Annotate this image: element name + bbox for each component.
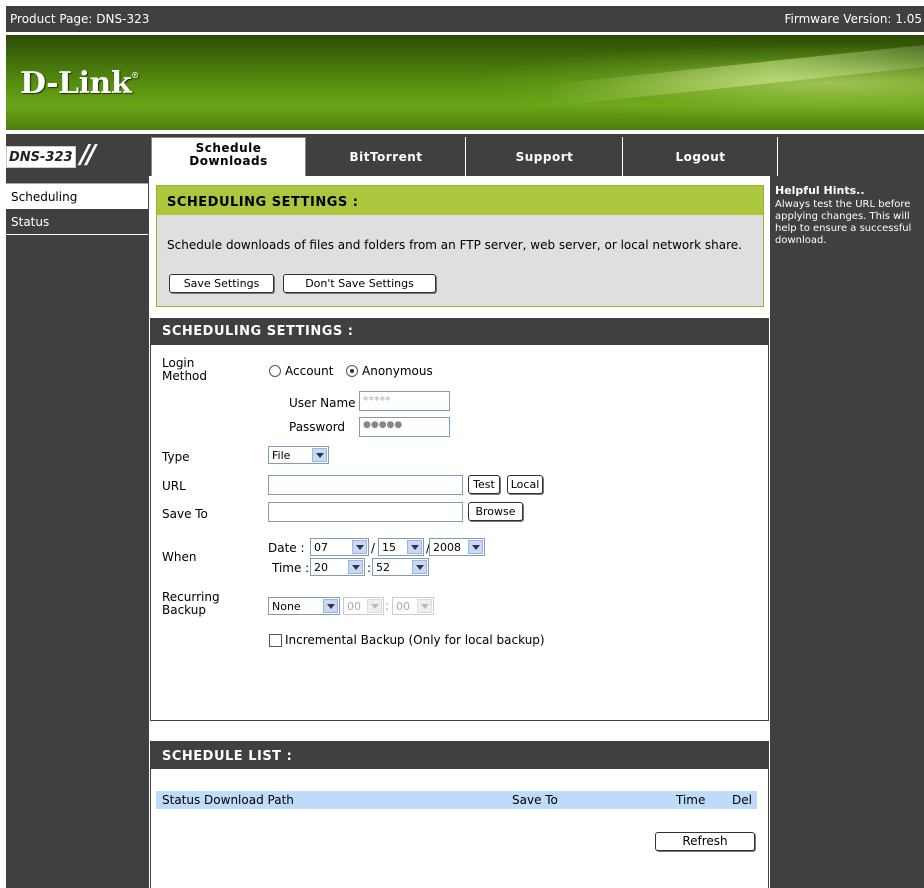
product-page-label: Product Page: DNS-323 bbox=[10, 12, 150, 26]
recurring-minute-select[interactable]: 00 bbox=[392, 597, 434, 615]
tab-logout[interactable]: Logout bbox=[624, 137, 778, 176]
url-input[interactable] bbox=[268, 475, 463, 495]
model-slashes: // bbox=[80, 140, 96, 170]
chevron-down-icon bbox=[348, 560, 363, 574]
column-del: Del bbox=[732, 793, 752, 807]
incremental-backup-label: Incremental Backup (Only for local backu… bbox=[285, 633, 545, 647]
save-to-label: Save To bbox=[162, 507, 208, 521]
login-method-label: Login Method bbox=[162, 356, 208, 383]
save-settings-button[interactable]: Save Settings bbox=[169, 274, 274, 293]
url-label: URL bbox=[162, 479, 186, 493]
column-status-path: Status Download Path bbox=[162, 793, 294, 807]
year-select[interactable]: 2008 bbox=[429, 538, 485, 556]
anonymous-radio[interactable] bbox=[346, 365, 358, 377]
recurring-hour-select[interactable]: 00 bbox=[343, 597, 384, 615]
dlink-logo: D-Link® bbox=[20, 66, 139, 101]
top-bar: Product Page: DNS-323 Firmware Version: … bbox=[6, 6, 924, 32]
tab-support[interactable]: Support bbox=[467, 137, 623, 176]
password-input[interactable]: ●●●●● bbox=[359, 417, 450, 437]
chevron-down-icon bbox=[352, 540, 367, 554]
left-sidebar bbox=[6, 176, 149, 888]
firmware-version-label: Firmware Version: 1.05 bbox=[784, 12, 922, 26]
time-separator: : bbox=[367, 561, 372, 575]
settings-title: SCHEDULING SETTINGS : bbox=[151, 318, 769, 345]
time-label: Time : bbox=[272, 561, 310, 575]
minute-select[interactable]: 52 bbox=[372, 558, 429, 576]
hour-select[interactable]: 20 bbox=[310, 558, 365, 576]
password-label: Password bbox=[289, 420, 346, 434]
month-select[interactable]: 07 bbox=[310, 538, 369, 556]
incremental-backup-checkbox[interactable] bbox=[269, 634, 282, 647]
brand-banner: D-Link® bbox=[6, 35, 924, 130]
tab-bittorrent[interactable]: BitTorrent bbox=[307, 137, 466, 176]
account-label: Account bbox=[285, 364, 334, 378]
day-select[interactable]: 15 bbox=[378, 538, 424, 556]
intro-title: SCHEDULING SETTINGS : bbox=[157, 186, 763, 215]
anonymous-label: Anonymous bbox=[362, 364, 433, 378]
recurring-time-separator: : bbox=[385, 599, 390, 613]
date-separator: / bbox=[371, 541, 376, 555]
sidebar-item-scheduling[interactable]: Scheduling bbox=[6, 183, 148, 209]
column-time: Time bbox=[676, 793, 706, 807]
date-label: Date : bbox=[268, 541, 305, 555]
chevron-down-icon bbox=[367, 599, 382, 613]
intro-description: Schedule downloads of files and folders … bbox=[167, 238, 742, 252]
account-radio[interactable] bbox=[269, 365, 281, 377]
username-label: User Name bbox=[289, 396, 356, 410]
chevron-down-icon bbox=[417, 599, 432, 613]
chevron-down-icon bbox=[412, 560, 427, 574]
chevron-down-icon bbox=[407, 540, 422, 554]
chevron-down-icon bbox=[468, 540, 483, 554]
recurring-backup-label: Recurring Backup bbox=[162, 590, 220, 617]
save-to-input[interactable] bbox=[268, 502, 463, 522]
refresh-button[interactable]: Refresh bbox=[655, 832, 755, 851]
test-button[interactable]: Test bbox=[468, 475, 500, 494]
hints-title: Helpful Hints.. bbox=[775, 184, 865, 197]
browse-button[interactable]: Browse bbox=[468, 502, 523, 521]
recurring-select[interactable]: None bbox=[268, 597, 340, 615]
type-select[interactable]: File bbox=[268, 446, 329, 464]
local-button[interactable]: Local bbox=[507, 475, 543, 494]
username-input[interactable]: ***** bbox=[359, 391, 450, 411]
dont-save-settings-button[interactable]: Don't Save Settings bbox=[283, 274, 436, 293]
schedule-list-header: Status Download Path Save To Time Del bbox=[156, 791, 757, 809]
chevron-down-icon bbox=[323, 599, 338, 613]
chevron-down-icon bbox=[312, 448, 327, 462]
column-save-to: Save To bbox=[512, 793, 558, 807]
type-label: Type bbox=[162, 450, 190, 464]
helpful-hints-panel: Helpful Hints.. Always test the URL befo… bbox=[770, 176, 924, 888]
tab-schedule-downloads[interactable]: Schedule Downloads bbox=[151, 137, 306, 176]
model-badge: DNS-323 bbox=[6, 146, 76, 168]
schedule-list-title: SCHEDULE LIST : bbox=[151, 741, 769, 769]
when-label: When bbox=[162, 550, 197, 564]
hints-text: Always test the URL before applying chan… bbox=[775, 199, 912, 246]
sidebar-item-status[interactable]: Status bbox=[6, 209, 148, 235]
